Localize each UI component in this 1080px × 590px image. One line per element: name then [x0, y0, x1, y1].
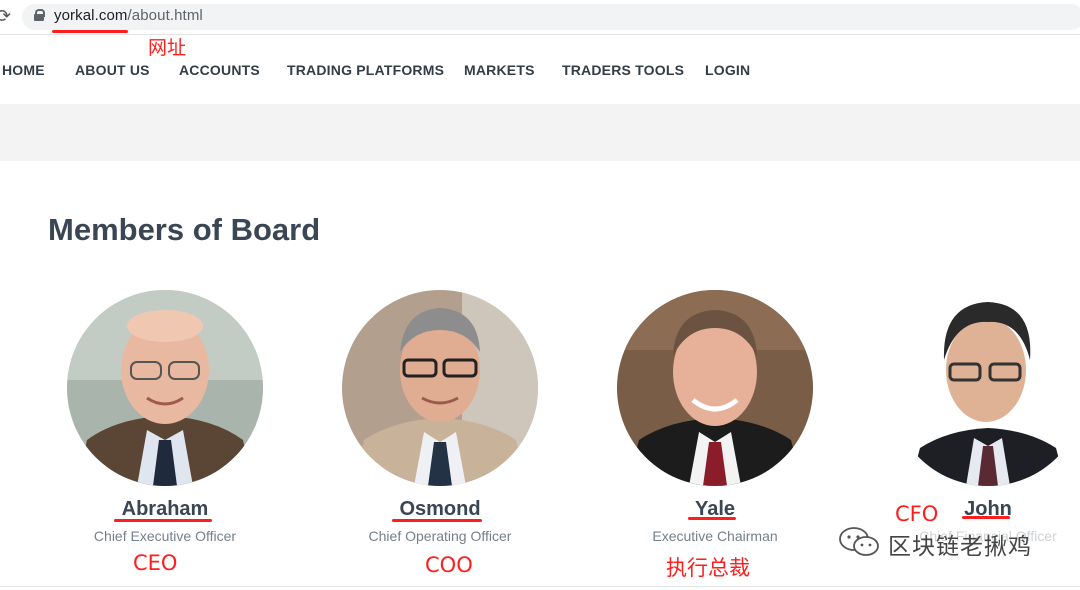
name-underline: [114, 519, 212, 522]
member-role: Executive Chairman: [652, 528, 778, 544]
member-role: Chief Operating Officer: [368, 528, 512, 544]
member-name: Osmond: [399, 498, 481, 520]
ceo-annotation: CEO: [133, 551, 178, 575]
name-underline: [392, 519, 482, 522]
member-role: Chief Executive Officer: [93, 528, 237, 544]
divider: [0, 586, 1080, 587]
name-underline: [962, 516, 1010, 519]
member-photo: [342, 290, 538, 486]
member-name: Abraham: [121, 498, 209, 520]
nav-markets[interactable]: MARKETS: [464, 62, 535, 78]
nav-login[interactable]: LOGIN: [705, 62, 750, 78]
member-photo: [890, 290, 1080, 486]
cfo-annotation: CFO: [895, 502, 939, 526]
page-banner: [0, 104, 1080, 161]
nav-about-us[interactable]: ABOUT US: [75, 62, 150, 78]
nav-home[interactable]: HOME: [2, 62, 45, 78]
nav-traders-tools[interactable]: TRADERS TOOLS: [562, 62, 684, 78]
url-domain: yorkal.com: [54, 7, 128, 24]
lock-icon[interactable]: [34, 9, 45, 21]
url-annotation-underline: [52, 30, 128, 33]
nav-trading-platforms[interactable]: TRADING PLATFORMS: [287, 62, 444, 78]
url-path: /about.html: [127, 7, 203, 24]
browser-address-bar: ⟳ yorkal.com/about.html: [0, 0, 1080, 35]
nav-accounts[interactable]: ACCOUNTS: [179, 62, 260, 78]
member-photo: [617, 290, 813, 486]
member-photo: [67, 290, 263, 486]
coo-annotation: COO: [425, 553, 473, 577]
wechat-icon: [838, 526, 880, 558]
executive-chairman-annotation: 执行总裁: [666, 556, 750, 580]
reload-icon[interactable]: ⟳: [0, 6, 11, 27]
watermark-text: 区块链老揪鸡: [888, 534, 1032, 560]
url-text[interactable]: yorkal.com/about.html: [54, 7, 203, 24]
name-underline: [688, 517, 736, 520]
section-title: Members of Board: [48, 212, 321, 247]
url-annotation: 网址: [148, 37, 187, 59]
